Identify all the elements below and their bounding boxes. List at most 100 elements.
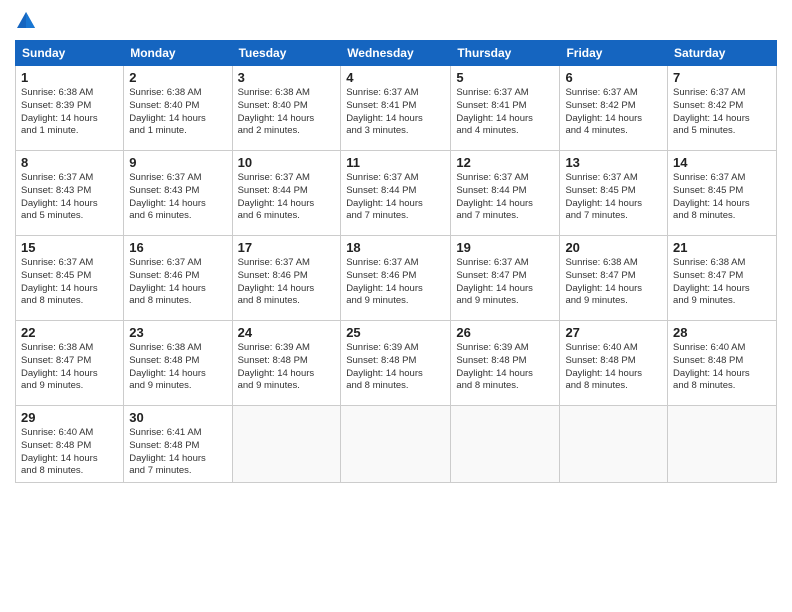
day-info: Sunrise: 6:38 AMSunset: 8:40 PMDaylight:… xyxy=(129,87,226,138)
day-number: 23 xyxy=(129,325,226,340)
calendar-cell: 7 Sunrise: 6:37 AMSunset: 8:42 PMDaylight… xyxy=(668,66,777,151)
day-info: Sunrise: 6:39 AMSunset: 8:48 PMDaylight:… xyxy=(346,342,445,393)
header-cell-tuesday: Tuesday xyxy=(232,41,341,66)
day-number: 1 xyxy=(21,70,118,85)
calendar-week-1: 1 Sunrise: 6:38 AMSunset: 8:39 PMDaylight… xyxy=(16,66,777,151)
calendar-week-5: 29 Sunrise: 6:40 AMSunset: 8:48 PMDayligh… xyxy=(16,406,777,483)
calendar-cell xyxy=(451,406,560,483)
day-info: Sunrise: 6:37 AMSunset: 8:43 PMDaylight:… xyxy=(21,172,118,223)
calendar-cell: 18Sunrise: 6:37 AMSunset: 8:46 PMDayligh… xyxy=(341,236,451,321)
day-info: Sunrise: 6:37 AMSunset: 8:46 PMDaylight:… xyxy=(129,257,226,308)
day-info: Sunrise: 6:40 AMSunset: 8:48 PMDaylight:… xyxy=(21,427,118,478)
header-cell-sunday: Sunday xyxy=(16,41,124,66)
day-info: Sunrise: 6:38 AMSunset: 8:48 PMDaylight:… xyxy=(129,342,226,393)
calendar-table: SundayMondayTuesdayWednesdayThursdayFrid… xyxy=(15,40,777,483)
day-info: Sunrise: 6:37 AMSunset: 8:43 PMDaylight:… xyxy=(129,172,226,223)
day-number: 25 xyxy=(346,325,445,340)
day-number: 21 xyxy=(673,240,771,255)
header-cell-thursday: Thursday xyxy=(451,41,560,66)
day-info: Sunrise: 6:39 AMSunset: 8:48 PMDaylight:… xyxy=(456,342,554,393)
day-number: 3 xyxy=(238,70,336,85)
header-cell-wednesday: Wednesday xyxy=(341,41,451,66)
day-info: Sunrise: 6:37 AMSunset: 8:41 PMDaylight:… xyxy=(456,87,554,138)
calendar-cell: 28 Sunrise: 6:40 AMSunset: 8:48 PMDayligh… xyxy=(668,321,777,406)
day-info: Sunrise: 6:37 AMSunset: 8:41 PMDaylight:… xyxy=(346,87,445,138)
calendar-cell: 14Sunrise: 6:37 AMSunset: 8:45 PMDayligh… xyxy=(668,151,777,236)
day-number: 8 xyxy=(21,155,118,170)
day-number: 15 xyxy=(21,240,118,255)
day-number: 30 xyxy=(129,410,226,425)
calendar-cell xyxy=(232,406,341,483)
calendar-cell: 27 Sunrise: 6:40 AMSunset: 8:48 PMDayligh… xyxy=(560,321,668,406)
calendar-cell: 17 Sunrise: 6:37 AMSunset: 8:46 PMDayligh… xyxy=(232,236,341,321)
calendar-cell: 21Sunrise: 6:38 AMSunset: 8:47 PMDayligh… xyxy=(668,236,777,321)
day-number: 10 xyxy=(238,155,336,170)
day-info: Sunrise: 6:37 AMSunset: 8:45 PMDaylight:… xyxy=(21,257,118,308)
day-info: Sunrise: 6:37 AMSunset: 8:44 PMDaylight:… xyxy=(238,172,336,223)
calendar-week-3: 15 Sunrise: 6:37 AMSunset: 8:45 PMDayligh… xyxy=(16,236,777,321)
calendar-cell: 6 Sunrise: 6:37 AMSunset: 8:42 PMDaylight… xyxy=(560,66,668,151)
calendar-cell: 10 Sunrise: 6:37 AMSunset: 8:44 PMDayligh… xyxy=(232,151,341,236)
day-info: Sunrise: 6:37 AMSunset: 8:46 PMDaylight:… xyxy=(238,257,336,308)
day-info: Sunrise: 6:38 AMSunset: 8:40 PMDaylight:… xyxy=(238,87,336,138)
day-number: 19 xyxy=(456,240,554,255)
day-number: 18 xyxy=(346,240,445,255)
page-container: SundayMondayTuesdayWednesdayThursdayFrid… xyxy=(0,0,792,612)
day-number: 7 xyxy=(673,70,771,85)
logo-icon xyxy=(15,10,37,32)
day-number: 4 xyxy=(346,70,445,85)
day-number: 20 xyxy=(565,240,662,255)
calendar-cell: 9 Sunrise: 6:37 AMSunset: 8:43 PMDaylight… xyxy=(124,151,232,236)
day-number: 17 xyxy=(238,240,336,255)
day-info: Sunrise: 6:39 AMSunset: 8:48 PMDaylight:… xyxy=(238,342,336,393)
calendar-cell: 20 Sunrise: 6:38 AMSunset: 8:47 PMDayligh… xyxy=(560,236,668,321)
calendar-cell: 22 Sunrise: 6:38 AMSunset: 8:47 PMDayligh… xyxy=(16,321,124,406)
header-cell-saturday: Saturday xyxy=(668,41,777,66)
day-info: Sunrise: 6:41 AMSunset: 8:48 PMDaylight:… xyxy=(129,427,226,478)
calendar-cell xyxy=(668,406,777,483)
calendar-cell: 15 Sunrise: 6:37 AMSunset: 8:45 PMDayligh… xyxy=(16,236,124,321)
calendar-cell: 8 Sunrise: 6:37 AMSunset: 8:43 PMDaylight… xyxy=(16,151,124,236)
day-number: 6 xyxy=(565,70,662,85)
calendar-cell: 5Sunrise: 6:37 AMSunset: 8:41 PMDaylight… xyxy=(451,66,560,151)
day-number: 22 xyxy=(21,325,118,340)
day-number: 13 xyxy=(565,155,662,170)
day-info: Sunrise: 6:37 AMSunset: 8:42 PMDaylight:… xyxy=(673,87,771,138)
header xyxy=(15,10,777,32)
calendar-cell: 19 Sunrise: 6:37 AMSunset: 8:47 PMDayligh… xyxy=(451,236,560,321)
header-cell-friday: Friday xyxy=(560,41,668,66)
logo xyxy=(15,10,39,32)
calendar-header: SundayMondayTuesdayWednesdayThursdayFrid… xyxy=(16,41,777,66)
day-number: 2 xyxy=(129,70,226,85)
calendar-cell: 1 Sunrise: 6:38 AMSunset: 8:39 PMDaylight… xyxy=(16,66,124,151)
day-info: Sunrise: 6:40 AMSunset: 8:48 PMDaylight:… xyxy=(673,342,771,393)
calendar-cell: 3 Sunrise: 6:38 AMSunset: 8:40 PMDaylight… xyxy=(232,66,341,151)
day-number: 26 xyxy=(456,325,554,340)
day-info: Sunrise: 6:37 AMSunset: 8:44 PMDaylight:… xyxy=(346,172,445,223)
header-row: SundayMondayTuesdayWednesdayThursdayFrid… xyxy=(16,41,777,66)
day-number: 9 xyxy=(129,155,226,170)
day-info: Sunrise: 6:38 AMSunset: 8:47 PMDaylight:… xyxy=(565,257,662,308)
calendar-cell: 23 Sunrise: 6:38 AMSunset: 8:48 PMDayligh… xyxy=(124,321,232,406)
day-number: 16 xyxy=(129,240,226,255)
day-number: 28 xyxy=(673,325,771,340)
day-number: 24 xyxy=(238,325,336,340)
day-info: Sunrise: 6:40 AMSunset: 8:48 PMDaylight:… xyxy=(565,342,662,393)
day-info: Sunrise: 6:37 AMSunset: 8:44 PMDaylight:… xyxy=(456,172,554,223)
calendar-body: 1 Sunrise: 6:38 AMSunset: 8:39 PMDaylight… xyxy=(16,66,777,483)
day-number: 14 xyxy=(673,155,771,170)
day-info: Sunrise: 6:38 AMSunset: 8:39 PMDaylight:… xyxy=(21,87,118,138)
calendar-cell xyxy=(341,406,451,483)
calendar-week-2: 8 Sunrise: 6:37 AMSunset: 8:43 PMDaylight… xyxy=(16,151,777,236)
calendar-cell: 11Sunrise: 6:37 AMSunset: 8:44 PMDayligh… xyxy=(341,151,451,236)
calendar-cell: 2 Sunrise: 6:38 AMSunset: 8:40 PMDaylight… xyxy=(124,66,232,151)
calendar-cell: 26 Sunrise: 6:39 AMSunset: 8:48 PMDayligh… xyxy=(451,321,560,406)
day-info: Sunrise: 6:37 AMSunset: 8:45 PMDaylight:… xyxy=(565,172,662,223)
calendar-cell: 25 Sunrise: 6:39 AMSunset: 8:48 PMDayligh… xyxy=(341,321,451,406)
day-info: Sunrise: 6:38 AMSunset: 8:47 PMDaylight:… xyxy=(21,342,118,393)
day-info: Sunrise: 6:37 AMSunset: 8:42 PMDaylight:… xyxy=(565,87,662,138)
calendar-cell: 16 Sunrise: 6:37 AMSunset: 8:46 PMDayligh… xyxy=(124,236,232,321)
day-info: Sunrise: 6:37 AMSunset: 8:47 PMDaylight:… xyxy=(456,257,554,308)
day-number: 29 xyxy=(21,410,118,425)
day-number: 27 xyxy=(565,325,662,340)
